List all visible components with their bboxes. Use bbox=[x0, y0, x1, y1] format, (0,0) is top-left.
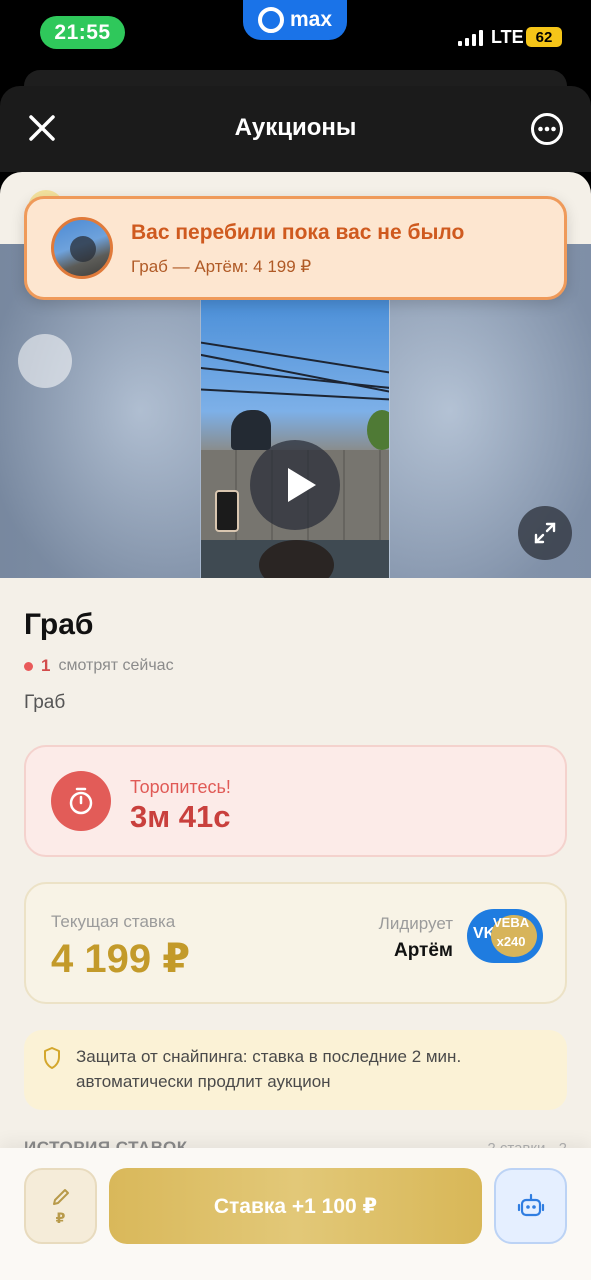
viewers-label: смотрят сейчас bbox=[58, 657, 174, 674]
timer-value: 3м 41с bbox=[130, 799, 231, 834]
toast-subtitle: Граб — Артём: 4 199 ₽ bbox=[131, 257, 312, 276]
viewers-count: 1 bbox=[41, 656, 51, 675]
viewers-indicator: 1 смотрят сейчас bbox=[24, 656, 174, 676]
max-app-badge[interactable]: max bbox=[243, 0, 347, 40]
page-title: Аукционы bbox=[234, 114, 357, 141]
auction-content[interactable] bbox=[0, 172, 591, 1280]
video-thumbnail[interactable] bbox=[201, 300, 389, 578]
media-back-button[interactable] bbox=[18, 334, 72, 388]
current-bid-card: Текущая ставка 4 199 ₽ Лидирует Артём VK… bbox=[24, 882, 567, 1004]
max-app-label: max bbox=[289, 8, 333, 31]
max-logo-icon bbox=[257, 7, 284, 33]
auto-bid-button[interactable] bbox=[494, 1168, 567, 1244]
robot-icon bbox=[517, 1193, 544, 1217]
toast-thumbnail bbox=[51, 217, 113, 279]
outbid-notification[interactable]: Вас перебили пока вас не было Граб — Арт… bbox=[24, 196, 567, 300]
status-bar: 21:55 max LTE 62 bbox=[0, 0, 591, 70]
bottom-action-bar: ₽ Ставка +1 100 ₽ bbox=[0, 1148, 591, 1280]
custom-bid-button[interactable]: ₽ bbox=[24, 1168, 97, 1244]
leader-avatar-text: VEBA x240 bbox=[493, 915, 530, 949]
shield-icon bbox=[44, 1047, 60, 1069]
leader-label: Лидирует bbox=[378, 914, 453, 933]
current-bid-label: Текущая ставка bbox=[51, 912, 176, 931]
live-dot-icon bbox=[24, 661, 33, 671]
leader-avatar[interactable]: VK VEBA x240 bbox=[467, 909, 543, 963]
more-options-icon[interactable] bbox=[530, 112, 564, 146]
product-title: Граб bbox=[24, 608, 94, 641]
timer-card: Торопитесь! 3м 41с bbox=[24, 745, 567, 857]
stopwatch-icon bbox=[51, 771, 111, 831]
battery-level: 62 bbox=[535, 28, 553, 46]
expand-icon[interactable] bbox=[518, 506, 572, 560]
play-icon[interactable] bbox=[250, 440, 340, 530]
place-bid-button[interactable]: Ставка +1 100 ₽ bbox=[109, 1168, 482, 1244]
product-description: Граб bbox=[24, 692, 66, 713]
status-time: 21:55 bbox=[40, 16, 125, 49]
toast-title: Вас перебили пока вас не было bbox=[131, 221, 465, 244]
anti-sniping-notice: Защита от снайпинга: ставка в последние … bbox=[24, 1030, 567, 1110]
leader-name: Артём bbox=[393, 940, 453, 961]
current-bid-value: 4 199 ₽ bbox=[51, 937, 191, 981]
signal-icon bbox=[458, 30, 486, 46]
network-type: LTE bbox=[491, 27, 524, 47]
timer-label: Торопитесь! bbox=[130, 777, 231, 797]
anti-sniping-text: Защита от снайпинга: ставка в последние … bbox=[76, 1047, 462, 1091]
battery-icon: 62 bbox=[526, 27, 562, 47]
pencil-icon bbox=[52, 1188, 69, 1205]
header: Аукционы bbox=[0, 86, 591, 172]
ruble-icon: ₽ bbox=[55, 1209, 66, 1226]
